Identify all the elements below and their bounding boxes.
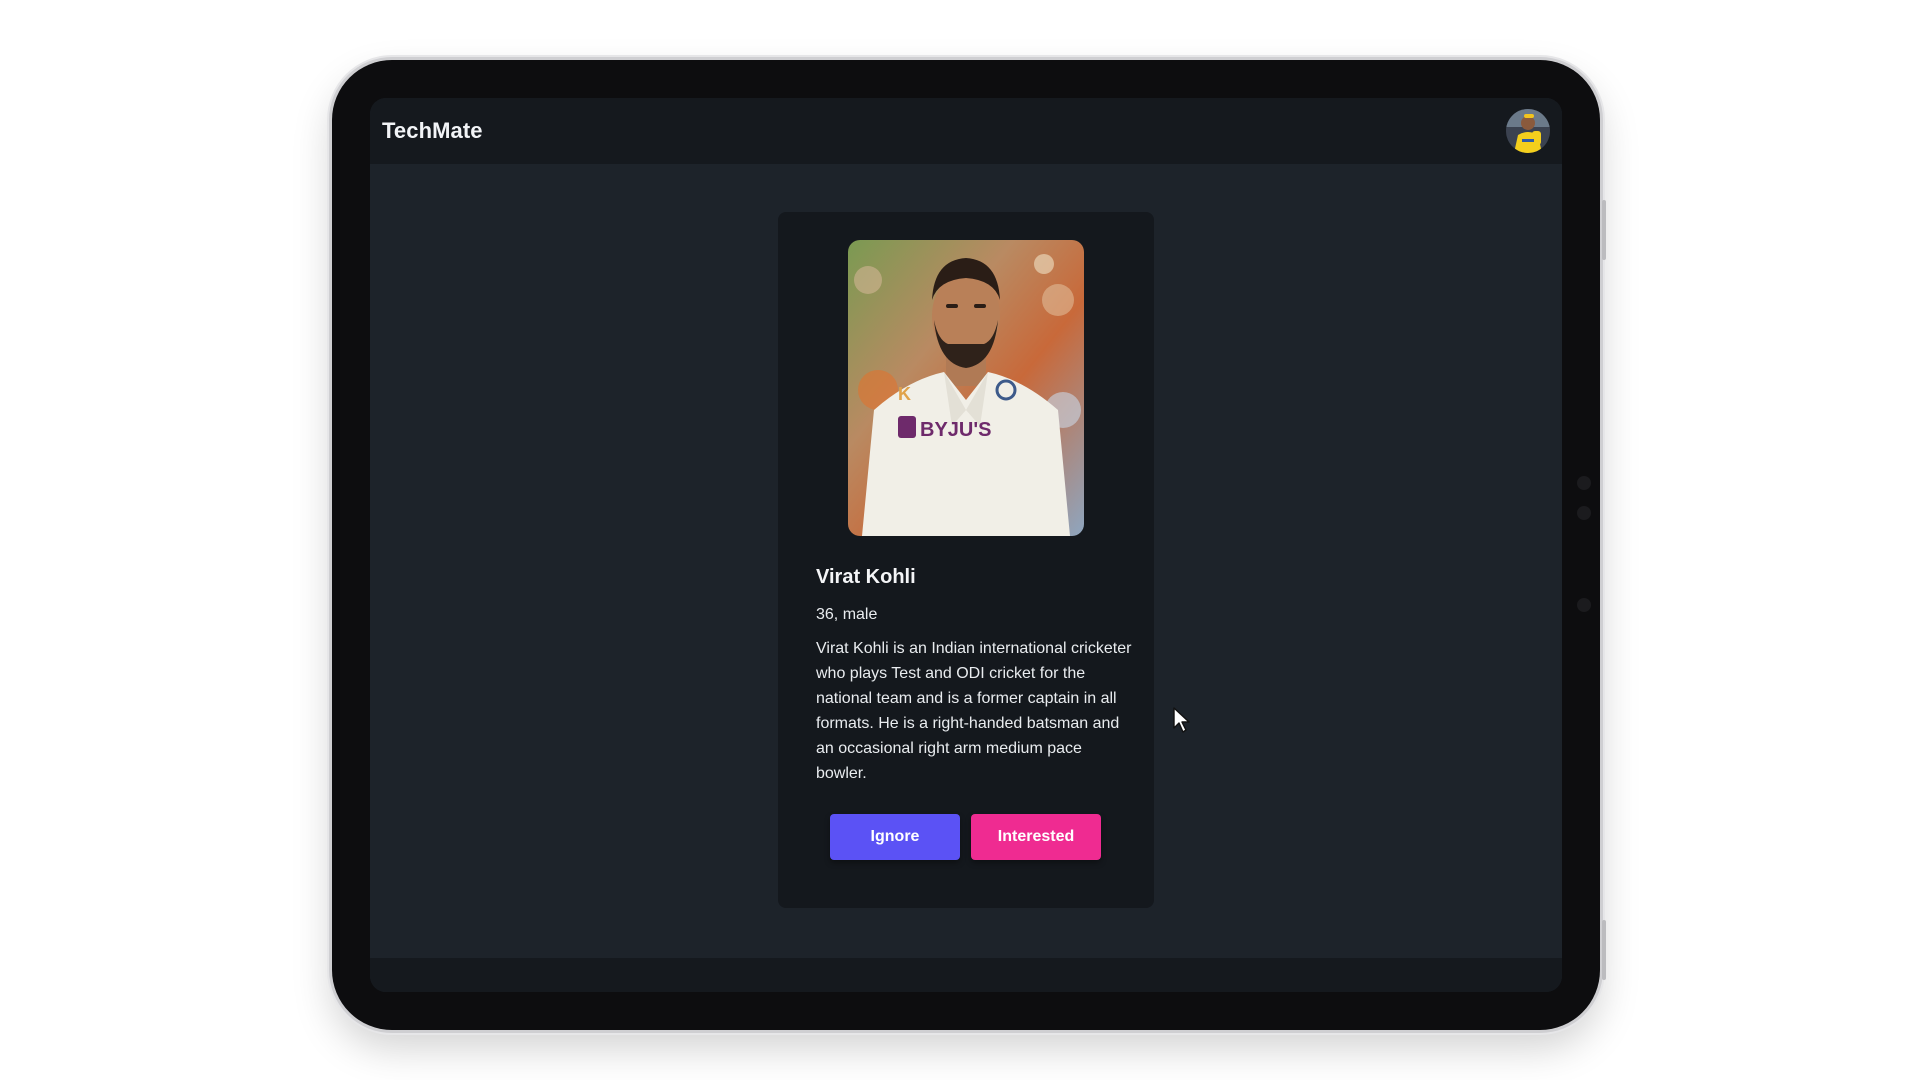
brand-logo[interactable]: TechMate [382,118,483,144]
stage: TechMate K BYJU'S Virat Kohli 36, male V… [0,0,1920,1080]
profile-age-gender: 36, male [816,606,878,623]
card-actions: Ignore Interested [830,814,1101,860]
profile-name: Virat Kohli [816,566,916,588]
profile-photo: K BYJU'S [848,240,1084,536]
navbar: TechMate [370,98,1562,164]
app-screen: TechMate K BYJU'S Virat Kohli 36, male V… [370,98,1562,992]
user-avatar-icon[interactable] [1506,109,1550,153]
ignore-button[interactable]: Ignore [830,814,960,860]
camera-dot [1577,598,1591,612]
profile-about: Virat Kohli is an Indian international c… [816,640,1132,782]
profile-details: Virat Kohli 36, male Virat Kohli is an I… [816,564,1136,786]
footer-bar [370,958,1562,992]
camera-dot [1577,476,1591,490]
profile-card: K BYJU'S Virat Kohli 36, male Virat Kohl… [778,212,1154,908]
tablet-side-button [1602,200,1606,260]
svg-text:K: K [898,384,911,404]
interested-button[interactable]: Interested [971,814,1101,860]
jersey-sponsor-text: BYJU'S [920,419,991,441]
tablet-frame: TechMate K BYJU'S Virat Kohli 36, male V… [332,60,1606,1030]
camera-dot [1577,506,1591,520]
mouse-pointer-icon [1173,707,1190,733]
tablet-side-button [1602,920,1606,980]
